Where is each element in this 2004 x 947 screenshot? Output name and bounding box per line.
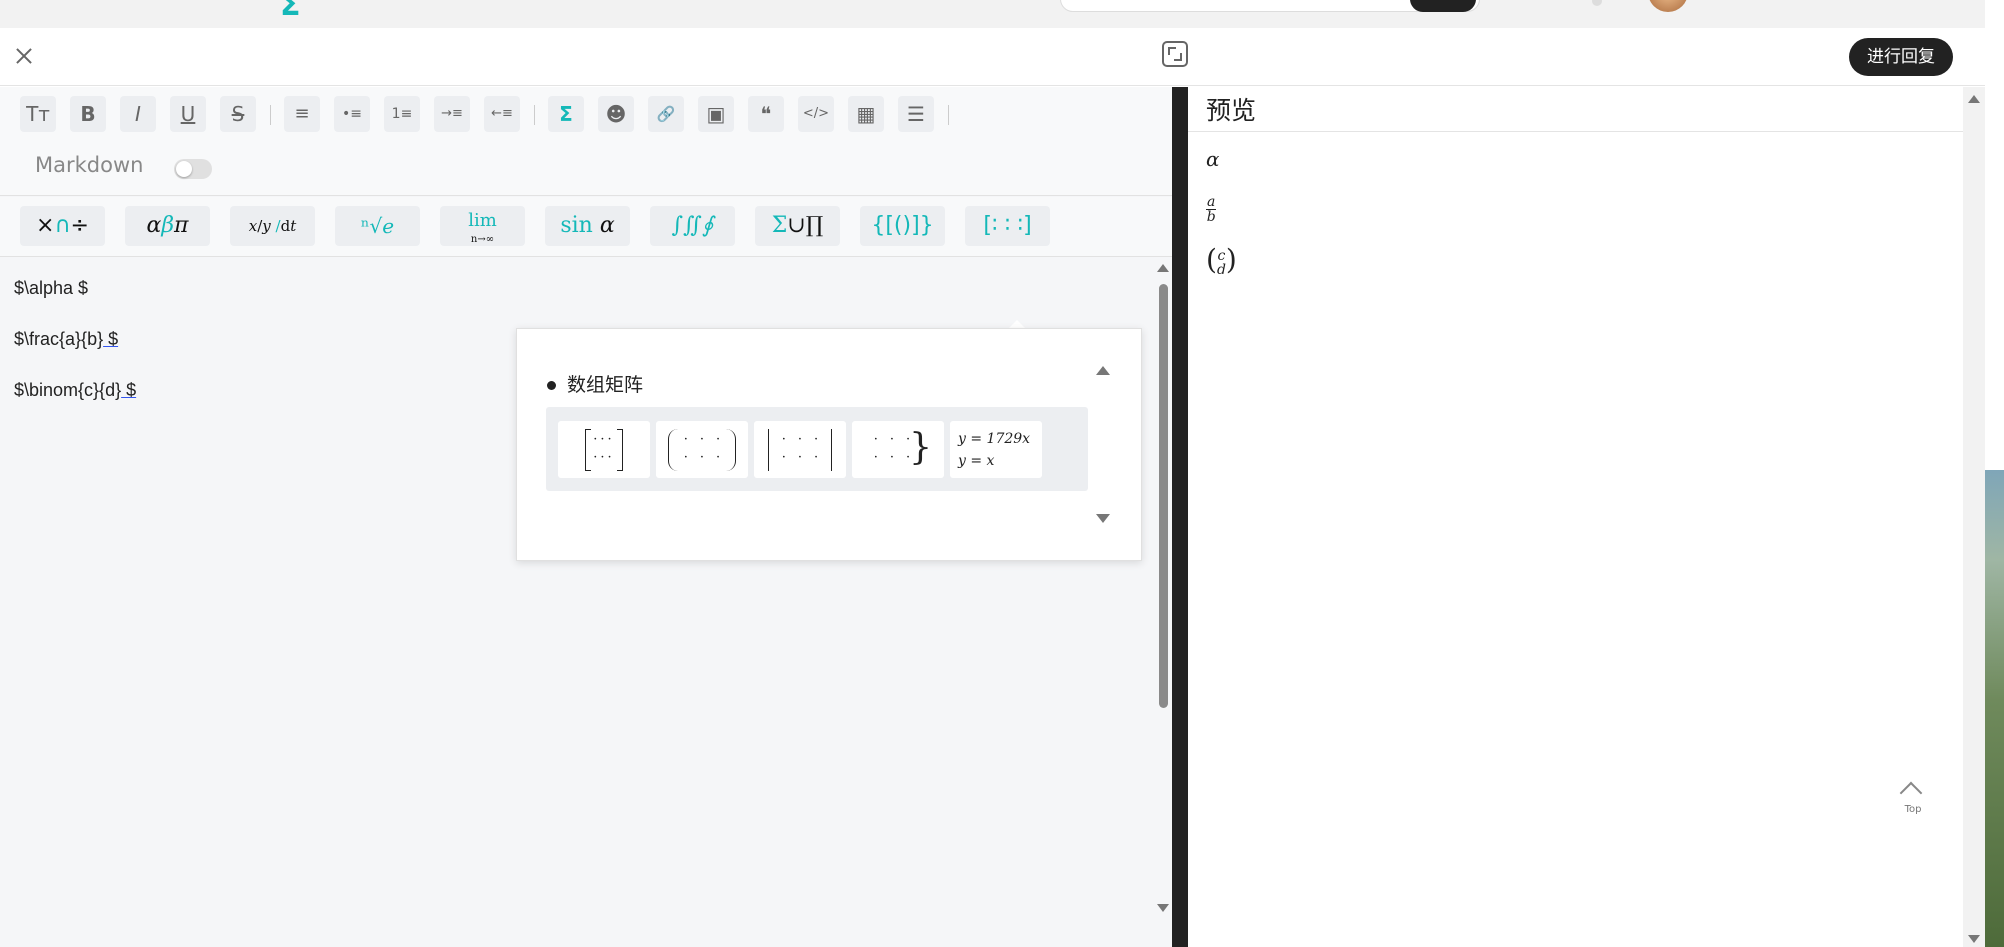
chevron-up-icon [1899,781,1923,805]
scroll-up-icon[interactable] [1968,95,1980,103]
markdown-toggle[interactable] [174,159,212,179]
operators-button[interactable]: ×∩÷ [20,206,105,246]
outdent-icon[interactable]: ←≡ [484,96,520,132]
top-label: Top [1904,804,1922,815]
preview-pane: 预览 α ab (c d) Top [1188,87,1985,947]
big-operators-button[interactable]: Σ∪∏ [755,206,840,246]
matrix-dots: ··· ··· [781,432,831,465]
bracket-matrix-option[interactable]: ··· ··· [558,421,650,478]
site-search-button[interactable] [1410,0,1476,12]
functions-button[interactable]: sin α [545,206,630,246]
preview-alpha: α [1206,147,1220,171]
bullet-list-icon[interactable]: •≡ [334,96,370,132]
paren-matrix-option[interactable]: ··· ··· [656,421,748,478]
scroll-down-icon[interactable] [1157,904,1169,912]
reply-button[interactable]: 进行回复 [1849,38,1953,76]
site-logo[interactable]: Σ [280,0,301,23]
equation-line: y = 1729x [958,431,1031,447]
equation-lines: y = 1729x y = x [958,428,1030,472]
preview-fraction: ab [1206,194,1217,225]
popup-title: 数组矩阵 [567,374,644,396]
user-avatar[interactable] [1648,0,1688,12]
editor-line: $\binom{c}{d} $ [14,380,136,401]
ordered-list-icon[interactable]: 1≡ [384,96,420,132]
matrix-options: ··· ··· ··· ··· ··· ··· ··· ··· } y = 1729x y… [546,407,1088,491]
text-size-icon[interactable]: Tт [20,96,56,132]
binomial-top: c [1217,248,1226,264]
link-icon[interactable]: 🔗 [648,96,684,132]
equation-line: y = x [958,453,995,469]
preview-title: 预览 [1206,96,1257,125]
fraction-numerator: a [1206,194,1217,210]
right-brace: } [909,427,932,468]
strikethrough-icon[interactable]: S [220,96,256,132]
editor-scrollbar[interactable] [1155,258,1172,947]
spellcheck-underline: $ [103,329,119,349]
bold-icon[interactable]: B [70,96,106,132]
binomial-bottom: d [1216,262,1226,278]
editor-text: $\alpha $ [14,278,89,298]
editor-header: 进行回复 [0,28,1985,86]
matrices-button[interactable]: [∶ ∶ ∶] [965,206,1050,246]
matrix-dots: ··· ··· [593,432,615,465]
editor-line: $\alpha $ [14,278,88,299]
editor-line: $\frac{a}{b} $ [14,329,118,350]
spellcheck-underline: $ [121,380,137,400]
integrals-button[interactable]: ∫∬∮ [650,206,735,246]
pane-divider[interactable] [1172,87,1188,947]
scrollbar-thumb[interactable] [1159,284,1168,708]
fullscreen-icon[interactable] [1162,41,1188,67]
align-left-icon[interactable]: ≡ [284,96,320,132]
underline-icon[interactable]: U [170,96,206,132]
preview-scrollbar[interactable] [1963,87,1985,947]
formula-toolbar: ×∩÷ αβπ x/y /dt ⁿ√e lim n→∞ sin α ∫∬∮ Σ∪∏… [0,197,1172,257]
horizontal-rule-icon[interactable]: ☰ [898,96,934,132]
fractions-button[interactable]: x/y /dt [230,206,315,246]
toolbar-divider [270,105,271,125]
brackets-button[interactable]: {[()]} [860,206,945,246]
vbar-matrix-option[interactable]: ··· ··· [754,421,846,478]
preview-binomial: (c d) [1206,243,1237,278]
markdown-label: Markdown [35,153,144,177]
quote-icon[interactable]: ❝ [748,96,784,132]
indent-icon[interactable]: →≡ [434,96,470,132]
format-toolbar: Tт B I U S ≡ •≡ 1≡ →≡ ←≡ Σ ☻ 🔗 ▣ ❝ </> ▦… [0,87,1172,196]
editor-pane: Tт B I U S ≡ •≡ 1≡ →≡ ←≡ Σ ☻ 🔗 ▣ ❝ </> ▦… [0,87,1172,947]
image-icon[interactable]: ▣ [698,96,734,132]
toolbar-divider [534,105,535,125]
greek-button[interactable]: αβπ [125,206,210,246]
right-paren [726,429,736,471]
editor-text: $\frac{a}{b} [14,329,104,349]
close-icon[interactable] [14,46,34,66]
popup-scroll-down-icon[interactable] [1096,514,1110,523]
emoji-icon[interactable]: ☻ [598,96,634,132]
back-to-top-button[interactable]: Top [1898,781,1928,817]
italic-icon[interactable]: I [120,96,156,132]
bullet-icon [547,381,556,390]
editor-text: $\binom{c}{d} [14,380,122,400]
right-bracket [617,429,623,471]
notification-icon[interactable] [1592,0,1602,6]
scroll-up-icon[interactable] [1157,264,1169,272]
toolbar-divider [948,105,949,125]
scroll-down-icon[interactable] [1968,935,1980,943]
brace-matrix-option[interactable]: ··· ··· } [852,421,944,478]
fraction-denominator: b [1206,209,1216,225]
equation-system-option[interactable]: y = 1729x y = x [950,421,1042,478]
roots-button[interactable]: ⁿ√e [335,206,420,246]
formula-icon[interactable]: Σ [548,96,584,132]
popup-scroll-up-icon[interactable] [1096,366,1110,375]
right-vbar [831,429,832,471]
table-icon[interactable]: ▦ [848,96,884,132]
limits-button[interactable]: lim n→∞ [440,206,525,246]
desktop-wallpaper [1985,0,2004,947]
code-icon[interactable]: </> [798,96,834,132]
preview-divider [1188,131,1963,132]
site-topbar: Σ [0,0,1985,28]
matrix-popup: 数组矩阵 ··· ··· ··· ··· ··· ··· ··· ··· } y… [516,328,1142,561]
